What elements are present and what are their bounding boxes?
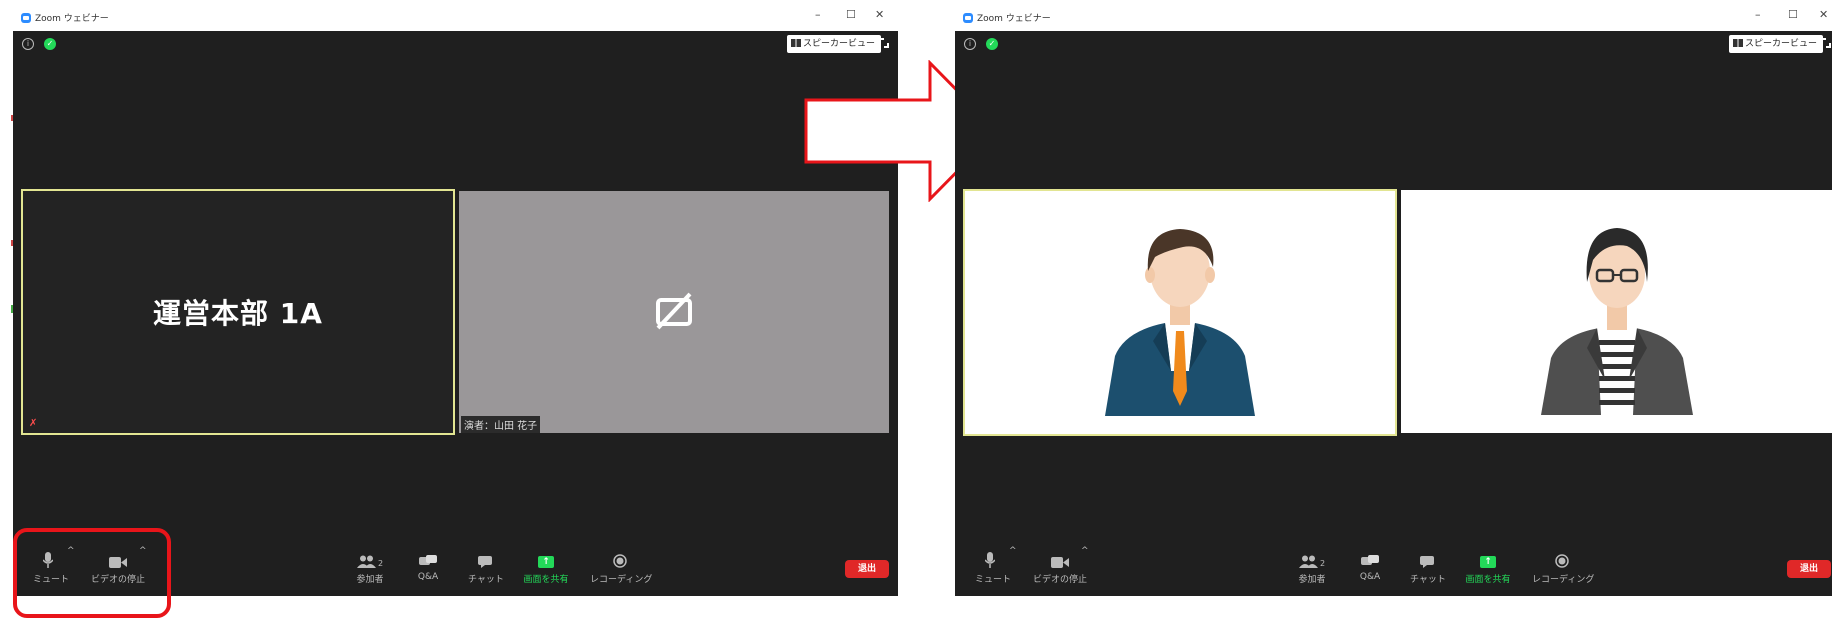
edge-artifact: [11, 115, 13, 121]
annotation-highlight-box: [13, 528, 171, 618]
recording-label: レコーディング: [590, 575, 653, 585]
mic-muted-icon: ✗: [29, 418, 38, 429]
microphone-icon: [985, 552, 995, 568]
minimize-button[interactable]: –: [815, 8, 821, 21]
close-button[interactable]: ✕: [875, 8, 884, 21]
title-bar: Zoom ウェビナー – ☐ ✕: [13, 0, 898, 31]
participants-count: 2: [1319, 559, 1326, 568]
encryption-shield-icon[interactable]: ✓: [986, 38, 998, 50]
video-tile-presenter-male[interactable]: [963, 189, 1397, 436]
video-camera-icon: [1051, 557, 1069, 568]
zoom-app-icon: [21, 13, 31, 23]
chat-label: チャット: [1410, 575, 1446, 585]
close-button[interactable]: ✕: [1819, 8, 1828, 21]
qa-label: Q&A: [417, 572, 439, 582]
audio-options-caret[interactable]: ^: [1009, 546, 1017, 556]
recording-button[interactable]: レコーディング: [590, 546, 653, 585]
chat-label: チャット: [468, 575, 504, 585]
mute-label: ミュート: [975, 575, 1012, 585]
participants-label: 参加者: [356, 575, 384, 585]
qa-icon: [1361, 555, 1379, 565]
share-screen-label: 画面を共有: [1465, 575, 1511, 585]
male-presenter-avatar: [1105, 229, 1255, 416]
encryption-shield-icon[interactable]: ✓: [44, 38, 56, 50]
speaker-view-button[interactable]: スピーカービュー: [787, 35, 882, 53]
qa-icon: [419, 555, 437, 565]
zoom-window-after: Zoom ウェビナー – ☐ ✕ i ✓ スピーカービュー ミュート ^ ビデオ…: [955, 0, 1832, 596]
speaker-view-icon: [791, 39, 801, 47]
participants-label: 参加者: [1298, 575, 1326, 585]
zoom-window-before: Zoom ウェビナー – ☐ ✕ i ✓ スピーカービュー 運営本部 1A ✗ …: [13, 0, 898, 596]
chat-button[interactable]: チャット: [468, 546, 504, 585]
participants-button[interactable]: 2 参加者: [1292, 546, 1332, 585]
share-screen-button[interactable]: ↑ 画面を共有: [521, 546, 571, 585]
recording-button[interactable]: レコーディング: [1532, 546, 1595, 585]
meeting-toolbar: ミュート ^ ビデオの停止 ^ 2 参加者 Q&A チャット ↑ 画面を共有 レ…: [955, 546, 1832, 596]
leave-button[interactable]: 退出: [1787, 560, 1831, 578]
share-screen-button[interactable]: ↑ 画面を共有: [1463, 546, 1513, 585]
edge-artifact: [11, 305, 13, 313]
mute-button[interactable]: ミュート: [975, 546, 1012, 585]
minimize-button[interactable]: –: [1755, 8, 1761, 21]
fullscreen-icon[interactable]: [1821, 38, 1831, 48]
chat-button[interactable]: チャット: [1410, 546, 1446, 585]
window-title: Zoom ウェビナー: [35, 14, 109, 24]
info-icon[interactable]: i: [964, 38, 976, 50]
participants-count: 2: [377, 559, 384, 568]
female-presenter-avatar: [1541, 228, 1693, 415]
stop-video-label: ビデオの停止: [1032, 575, 1087, 585]
participant-name-large: 運営本部 1A: [153, 297, 323, 330]
speaker-view-icon: [1733, 39, 1743, 47]
speaker-view-label: スピーカービュー: [803, 39, 876, 49]
window-title: Zoom ウェビナー: [977, 14, 1051, 24]
speaker-view-button[interactable]: スピーカービュー: [1729, 35, 1824, 53]
participants-icon: [356, 555, 376, 568]
camera-off-icon: [656, 292, 692, 330]
video-tile-presenter-female[interactable]: [1401, 190, 1832, 433]
chat-icon: [478, 556, 492, 568]
fullscreen-icon[interactable]: [879, 38, 889, 48]
participants-icon: [1298, 555, 1318, 568]
video-tile-camera-off[interactable]: 演者：山田 花子: [459, 191, 889, 433]
edge-artifact: [11, 240, 13, 246]
chat-icon: [1420, 556, 1434, 568]
recording-label: レコーディング: [1532, 575, 1595, 585]
share-screen-icon: ↑: [538, 556, 554, 568]
video-options-caret[interactable]: ^: [1081, 546, 1089, 556]
share-screen-label: 画面を共有: [523, 575, 569, 585]
qa-button[interactable]: Q&A: [1355, 546, 1385, 582]
leave-button[interactable]: 退出: [845, 560, 889, 578]
participants-button[interactable]: 2 参加者: [350, 546, 390, 585]
zoom-app-icon: [963, 13, 973, 23]
title-bar: Zoom ウェビナー – ☐ ✕: [955, 0, 1832, 31]
maximize-button[interactable]: ☐: [1788, 8, 1798, 21]
info-icon[interactable]: i: [22, 38, 34, 50]
qa-label: Q&A: [1359, 572, 1381, 582]
record-icon: [1555, 554, 1569, 568]
share-screen-icon: ↑: [1480, 556, 1496, 568]
record-icon: [613, 554, 627, 568]
speaker-view-label: スピーカービュー: [1745, 39, 1818, 49]
video-tile-active-speaker[interactable]: 運営本部 1A ✗: [21, 189, 455, 435]
participant-name-label: 演者：山田 花子: [461, 416, 541, 433]
qa-button[interactable]: Q&A: [413, 546, 443, 582]
maximize-button[interactable]: ☐: [846, 8, 856, 21]
